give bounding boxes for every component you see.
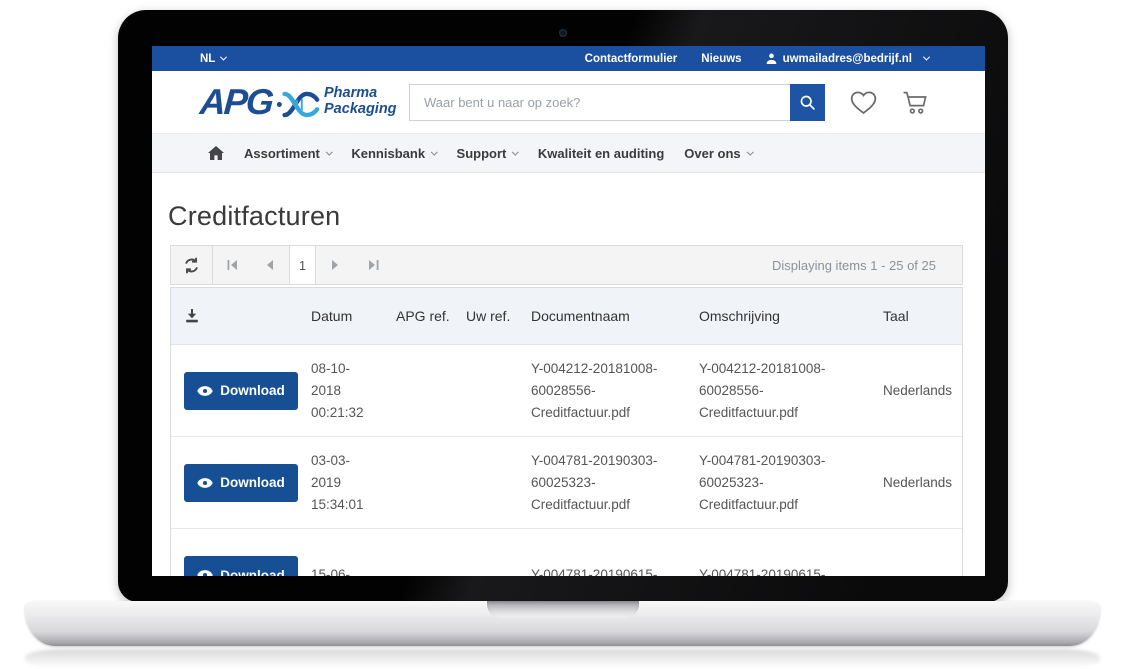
table-row: Download 15-06- Y-004781-20190615- Y-004… [171, 529, 962, 576]
column-header-documentnaam: Documentnaam [531, 305, 699, 327]
chevron-down-icon [326, 148, 332, 154]
nav-item-over-ons[interactable]: Over ons [674, 146, 762, 161]
laptop-base [25, 601, 1100, 646]
next-page-button[interactable] [316, 246, 354, 284]
cart-button[interactable] [902, 90, 929, 115]
previous-page-button[interactable] [251, 246, 289, 284]
table-row: Download 08-10-2018 00:21:32 Y-004212-20… [171, 345, 962, 437]
cell-omschrijving: Y-004781-20190303-60025323-Creditfactuur… [699, 437, 873, 528]
cell-apg-ref [396, 529, 466, 576]
webcam-icon [559, 29, 567, 37]
laptop-display: NL Contactformulier Nieuws uwmailadres@b… [152, 46, 985, 576]
cell-omschrijving: Y-004781-20190615- [699, 529, 873, 576]
column-header-omschrijving: Omschrijving [699, 305, 873, 327]
nav-item-kwaliteit-en-auditing[interactable]: Kwaliteit en auditing [528, 146, 674, 161]
cell-taal: Nederlands [873, 345, 962, 436]
cell-datum: 15-06- [311, 529, 396, 576]
cell-apg-ref [396, 437, 466, 528]
last-page-button[interactable] [354, 246, 392, 284]
laptop-base-notch [487, 601, 639, 618]
language-label: NL [200, 53, 215, 65]
eye-icon [197, 478, 213, 488]
cell-uw-ref [466, 437, 531, 528]
nav-item-support[interactable]: Support [447, 146, 528, 161]
house-icon [208, 146, 224, 160]
site-header: APG Pharma Packaging [152, 71, 985, 133]
chevron-down-icon [220, 54, 227, 61]
column-header-taal: Taal [873, 308, 962, 324]
top-utility-bar: NL Contactformulier Nieuws uwmailadres@b… [152, 46, 985, 71]
logo-tagline: Pharma Packaging [324, 86, 397, 117]
chevron-down-icon [431, 148, 437, 154]
first-page-button[interactable] [213, 246, 251, 284]
download-button[interactable]: Download [184, 464, 298, 502]
home-icon[interactable] [200, 146, 234, 160]
laptop-mockup: NL Contactformulier Nieuws uwmailadres@b… [0, 0, 1122, 669]
apg-logo[interactable]: APG Pharma Packaging [200, 84, 405, 121]
download-icon [184, 308, 200, 324]
nav-item-assortiment[interactable]: Assortiment [234, 146, 341, 161]
cell-documentnaam: Y-004781-20190615- [531, 529, 699, 576]
logo-wordmark: APG [199, 84, 274, 120]
cell-taal [873, 529, 962, 576]
dna-helix-icon [276, 88, 320, 121]
documents-widget: 1 Displaying items 1 - 25 of 25 [170, 245, 963, 576]
laptop-reflection [25, 649, 1100, 668]
account-menu[interactable]: uwmailadres@bedrijf.nl [766, 53, 929, 65]
chevron-down-icon [747, 148, 753, 154]
last-page-icon [368, 260, 379, 270]
topbar-link-nieuws[interactable]: Nieuws [701, 53, 741, 65]
nav-item-kennisbank[interactable]: Kennisbank [341, 146, 446, 161]
search-icon [799, 94, 816, 111]
search-button[interactable] [790, 84, 825, 121]
download-button[interactable]: Download [184, 372, 298, 410]
cell-omschrijving: Y-004212-20181008-60028556-Creditfactuur… [699, 345, 873, 436]
page-content: Creditfacturen [152, 173, 985, 576]
table-row: Download 03-03-2019 15:34:01 Y-004781-20… [171, 437, 962, 529]
download-button[interactable]: Download [184, 556, 298, 576]
next-page-icon [330, 260, 340, 270]
cell-taal: Nederlands [873, 437, 962, 528]
heart-icon [850, 90, 877, 115]
search-bar [409, 84, 825, 121]
cell-datum: 08-10-2018 00:21:32 [311, 345, 396, 436]
documents-table: Datum APG ref. Uw ref. Documentnaam Omsc… [170, 287, 963, 576]
language-selector[interactable]: NL [200, 53, 226, 65]
chevron-down-icon [923, 54, 930, 61]
laptop-screen-bezel: NL Contactformulier Nieuws uwmailadres@b… [118, 10, 1008, 602]
eye-icon [197, 570, 213, 576]
current-page-indicator: 1 [289, 246, 316, 284]
eye-icon [197, 386, 213, 396]
wishlist-button[interactable] [850, 90, 877, 115]
cell-uw-ref [466, 529, 531, 576]
first-page-icon [227, 260, 238, 270]
column-header-uw-ref: Uw ref. [466, 308, 531, 324]
chevron-down-icon [512, 148, 518, 154]
table-toolbar: 1 Displaying items 1 - 25 of 25 [170, 245, 963, 285]
account-email: uwmailadres@bedrijf.nl [783, 53, 912, 65]
pagination-status: Displaying items 1 - 25 of 25 [772, 258, 962, 273]
previous-page-icon [265, 260, 275, 270]
main-navigation: Assortiment Kennisbank Support Kwaliteit… [152, 133, 985, 173]
topbar-link-contactformulier[interactable]: Contactformulier [585, 53, 678, 65]
cell-uw-ref [466, 345, 531, 436]
column-header-apg-ref: APG ref. [396, 308, 466, 324]
cell-datum: 03-03-2019 15:34:01 [311, 437, 396, 528]
column-header-datum: Datum [311, 305, 396, 327]
refresh-icon [183, 257, 200, 274]
cell-documentnaam: Y-004212-20181008-60028556-Creditfactuur… [531, 345, 699, 436]
search-input[interactable] [409, 84, 790, 121]
cart-icon [902, 90, 929, 115]
table-header-row: Datum APG ref. Uw ref. Documentnaam Omsc… [171, 288, 962, 345]
download-column-header [171, 308, 311, 324]
user-icon [766, 53, 777, 64]
page-title: Creditfacturen [168, 199, 969, 233]
refresh-button[interactable] [171, 246, 213, 284]
cell-apg-ref [396, 345, 466, 436]
cell-documentnaam: Y-004781-20190303-60025323-Creditfactuur… [531, 437, 699, 528]
